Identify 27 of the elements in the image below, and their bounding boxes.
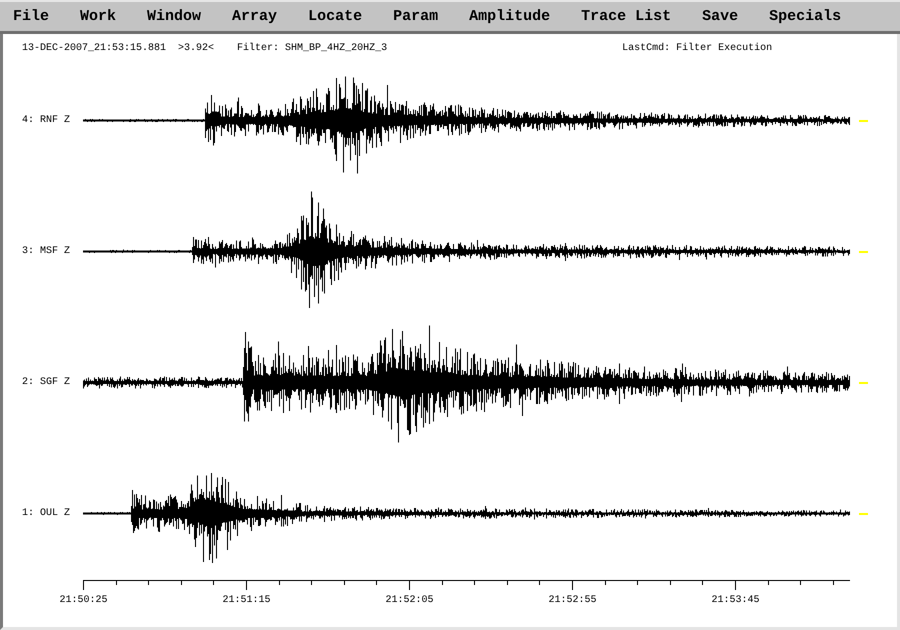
menu-item[interactable]: Trace List — [581, 8, 672, 26]
time-label: 21:53:45 — [712, 595, 760, 606]
trace-label: 1: OUL Z — [21, 508, 72, 520]
menu-item[interactable]: Specials — [769, 8, 842, 26]
menu-item[interactable]: Locate — [308, 8, 362, 26]
marker-dash-icon — [859, 250, 868, 252]
amplitude-readout: >3.92< — [178, 43, 214, 55]
time-label: 21:50:25 — [60, 595, 108, 606]
marker-dash-icon — [859, 120, 868, 122]
marker-dash-icon — [859, 512, 868, 514]
menu-item[interactable]: Save — [702, 8, 738, 26]
trace-label: 4: RNF Z — [21, 114, 72, 126]
menu-item[interactable]: File — [13, 8, 50, 26]
trace-label: 2: SGF Z — [21, 376, 72, 388]
marker-dash-icon — [859, 382, 868, 384]
menu-item[interactable]: Window — [147, 8, 202, 26]
menu-item[interactable]: Work — [80, 8, 116, 26]
timestamp-text: 13-DEC-2007_21:53:15.881 — [22, 43, 166, 55]
time-label: 21:52:55 — [548, 595, 596, 606]
trace-label: 3: MSF Z — [21, 246, 72, 258]
menu-item[interactable]: Param — [393, 8, 438, 26]
time-label: 21:52:05 — [386, 595, 434, 606]
last-command-text: LastCmd: Filter Execution — [622, 43, 772, 55]
menu-item[interactable]: Array — [232, 8, 278, 26]
filter-text: Filter: SHM_BP_4HZ_20HZ_3 — [237, 43, 388, 55]
time-label: 21:51:15 — [222, 595, 270, 606]
menu-item[interactable]: Amplitude — [469, 8, 550, 26]
